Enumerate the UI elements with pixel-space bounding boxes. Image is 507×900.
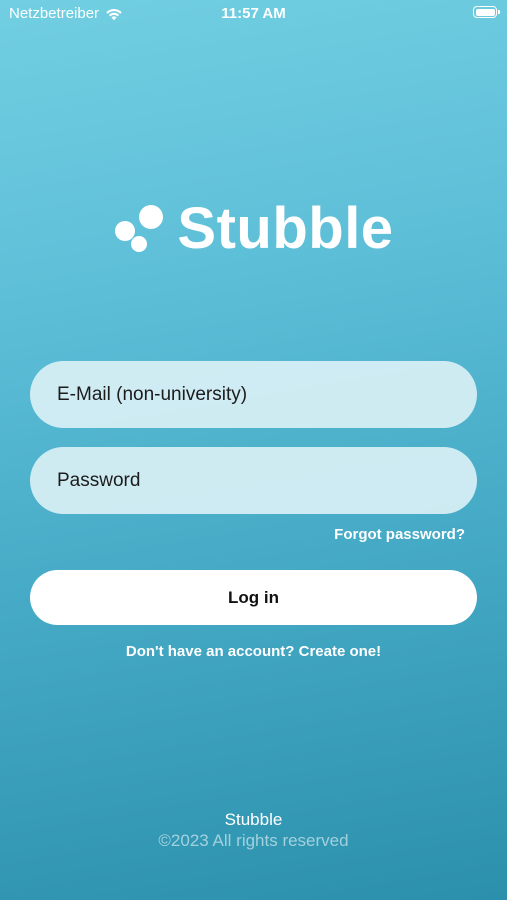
email-field[interactable] <box>30 361 477 428</box>
password-input[interactable] <box>55 468 477 493</box>
bubbles-logo-icon <box>115 205 164 252</box>
forgot-password-link[interactable]: Forgot password? <box>334 526 465 543</box>
email-input[interactable] <box>55 382 477 407</box>
app-name: Stubble <box>177 196 394 261</box>
footer-brand: Stubble <box>224 810 283 829</box>
login-button[interactable]: Log in <box>30 570 477 625</box>
status-bar: Netzbetreiber 11:57 AM <box>0 0 507 30</box>
create-account-link[interactable]: Don't have an account? Create one! <box>0 643 507 660</box>
footer-copyright: ©2023 All rights reserved <box>158 831 349 850</box>
status-time: 11:57 AM <box>221 5 286 22</box>
app-logo: Stubble <box>0 200 507 258</box>
battery-icon <box>473 6 500 18</box>
password-field[interactable] <box>30 447 477 514</box>
